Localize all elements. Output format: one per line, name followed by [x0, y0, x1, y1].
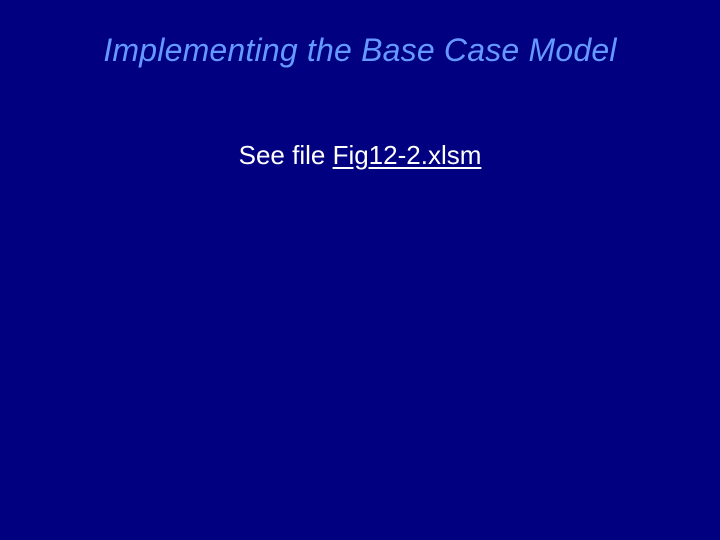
file-link[interactable]: Fig12-2.xlsm — [333, 140, 482, 170]
slide-title: Implementing the Base Case Model — [0, 32, 720, 69]
see-file-prefix: See file — [239, 140, 333, 170]
slide-body: See file Fig12-2.xlsm — [0, 140, 720, 171]
